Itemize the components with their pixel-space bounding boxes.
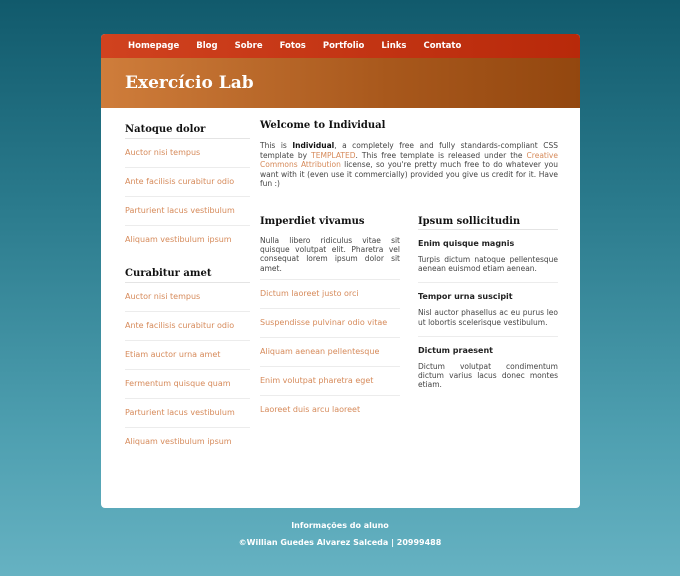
nav-portfolio[interactable]: Portfolio [323, 41, 365, 51]
right-section-text: Dictum volutpat condimentum dictum variu… [418, 361, 558, 390]
left-column-title: Imperdiet vivamus [260, 216, 365, 227]
sidebar-link[interactable]: Fermentum quisque quam [125, 370, 250, 399]
footer-copyright: ©Willian Guedes Alvarez Salceda | 209994… [238, 538, 442, 547]
sidebar-link[interactable]: Parturient lacus vestibulum [125, 197, 250, 226]
sidebar-block-2-title: Curabitur amet [125, 268, 250, 283]
site-footer: Informações do aluno ©Willian Guedes Alv… [0, 521, 680, 547]
right-section: Dictum praesent Dictum volutpat condimen… [418, 346, 558, 399]
right-section-text: Turpis dictum natoque pellentesque aenea… [418, 255, 558, 274]
content-link[interactable]: Dictum laoreet justo orci [260, 280, 400, 309]
intro-bold: Individual [292, 141, 335, 150]
nav-sobre[interactable]: Sobre [235, 41, 263, 51]
page-container: Homepage Blog Sobre Fotos Portfolio Link… [101, 34, 580, 508]
content-link[interactable]: Laoreet duis arcu laoreet [260, 396, 400, 424]
right-column-title: Ipsum sollicitudin [418, 216, 558, 230]
nav-contato[interactable]: Contato [423, 41, 461, 51]
content-link[interactable]: Enim volutpat pharetra eget [260, 367, 400, 396]
templated-link[interactable]: TEMPLATED [311, 151, 355, 160]
sidebar-link[interactable]: Aliquam vestibulum ipsum [125, 428, 250, 456]
nav-blog[interactable]: Blog [196, 41, 217, 51]
sidebar-link[interactable]: Etiam auctor urna amet [125, 341, 250, 370]
intro-text: . This free template is released under t… [355, 150, 527, 160]
right-section: Tempor urna suscipit Nisl auctor phasell… [418, 292, 558, 337]
footer-title: Informações do aluno [291, 521, 389, 530]
right-section-title: Tempor urna suscipit [418, 292, 513, 302]
right-section-title: Dictum praesent [418, 345, 493, 355]
sidebar-link[interactable]: Auctor nisi tempus [125, 283, 250, 312]
right-section: Enim quisque magnis Turpis dictum natoqu… [418, 239, 558, 284]
left-column: Imperdiet vivamus Nulla libero ridiculus… [260, 216, 400, 424]
sidebar-block-2-list: Auctor nisi tempus Ante facilisis curabi… [125, 283, 250, 456]
right-section-title: Enim quisque magnis [418, 239, 515, 248]
sidebar-link[interactable]: Ante facilisis curabitur odio [125, 312, 250, 341]
left-column-links: Dictum laoreet justo orci Suspendisse pu… [260, 280, 400, 424]
content-link[interactable]: Suspendisse pulvinar odio vitae [260, 309, 400, 338]
main-content: Welcome to Individual This is Individual… [260, 120, 558, 414]
sidebar-link[interactable]: Ante facilisis curabitur odio [125, 168, 250, 197]
nav-homepage[interactable]: Homepage [128, 41, 179, 51]
content-link[interactable]: Aliquam aenean pellentesque [260, 338, 400, 367]
sidebar-link[interactable]: Aliquam vestibulum ipsum [125, 226, 250, 254]
right-column: Ipsum sollicitudin Enim quisque magnis T… [418, 216, 558, 407]
intro-paragraph: This is Individual, a completely free an… [260, 141, 558, 189]
sidebar: Natoque dolor Auctor nisi tempus Ante fa… [125, 124, 250, 456]
sidebar-block-2: Curabitur amet Auctor nisi tempus Ante f… [125, 268, 250, 456]
top-nav: Homepage Blog Sobre Fotos Portfolio Link… [101, 34, 580, 58]
site-header: Exercício Lab [101, 58, 580, 108]
sidebar-block-1-list: Auctor nisi tempus Ante facilisis curabi… [125, 139, 250, 254]
nav-fotos[interactable]: Fotos [280, 41, 306, 51]
site-title: Exercício Lab [125, 73, 254, 93]
left-column-text: Nulla libero ridiculus vitae sit quisque… [260, 236, 400, 280]
welcome-title: Welcome to Individual [260, 120, 386, 131]
nav-links[interactable]: Links [381, 41, 406, 51]
sidebar-link[interactable]: Parturient lacus vestibulum [125, 399, 250, 428]
sidebar-block-1-title: Natoque dolor [125, 124, 250, 139]
sidebar-link[interactable]: Auctor nisi tempus [125, 139, 250, 168]
right-section-text: Nisl auctor phasellus ac eu purus leo ut… [418, 308, 558, 327]
intro-text: This is [260, 141, 293, 150]
sidebar-block-1: Natoque dolor Auctor nisi tempus Ante fa… [125, 124, 250, 254]
